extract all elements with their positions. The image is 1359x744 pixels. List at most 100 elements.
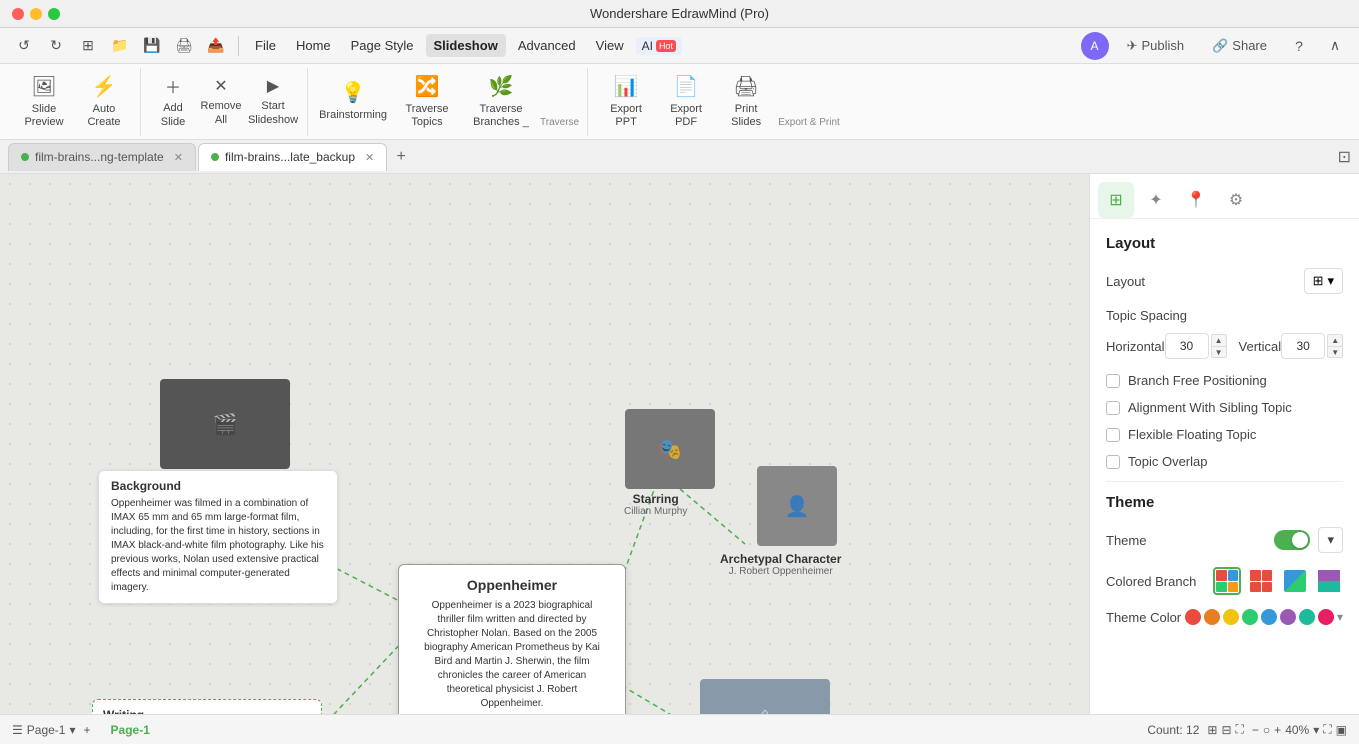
open-button[interactable]: 📁 — [106, 32, 134, 60]
layout-selector[interactable]: ⊞ ▾ — [1304, 268, 1343, 294]
flexible-checkbox[interactable] — [1106, 428, 1120, 442]
sidebar-icon[interactable]: ☰ — [12, 723, 23, 737]
panel-content: Layout Layout ⊞ ▾ Topic Spacing Horizont… — [1090, 219, 1359, 714]
layout-selector-icon: ⊞ — [1313, 273, 1324, 289]
horizontal-input[interactable]: 30 — [1165, 333, 1209, 359]
fit-icon[interactable]: ⊟ — [1221, 723, 1231, 737]
menu-home[interactable]: Home — [288, 34, 339, 57]
starring-node[interactable]: Starring Cillian Murphy — [624, 492, 687, 517]
grid-icon[interactable]: ⊞ — [1207, 723, 1217, 737]
share-button[interactable]: 🔗 Share — [1202, 34, 1277, 58]
canvas[interactable]: 🎬 Background Oppenheimer was filmed in a… — [0, 174, 1089, 714]
cb-option-1[interactable] — [1213, 567, 1241, 595]
panel-tab-location[interactable]: 📍 — [1178, 182, 1214, 218]
chevron-down-icon-theme: ▾ — [1327, 532, 1334, 548]
help-button[interactable]: ? — [1285, 32, 1313, 60]
alignment-checkbox[interactable] — [1106, 401, 1120, 415]
color-blue[interactable] — [1261, 609, 1277, 625]
panel-tab-layout[interactable]: ⊞ — [1098, 182, 1134, 218]
archetypal-node[interactable]: Archetypal Character J. Robert Oppenheim… — [720, 552, 841, 577]
color-teal[interactable] — [1299, 609, 1315, 625]
colored-branch-row: Colored Branch — [1106, 567, 1343, 595]
horizontal-increment[interactable]: ▲ — [1211, 334, 1227, 346]
tab-2-close[interactable]: ✕ — [365, 151, 374, 164]
center-node[interactable]: Oppenheimer Oppenheimer is a 2023 biogra… — [398, 564, 626, 714]
menu-advanced[interactable]: Advanced — [510, 34, 584, 57]
export-pdf-button[interactable]: 📄 Export PDF — [658, 72, 714, 132]
vertical-decrement[interactable]: ▼ — [1327, 346, 1343, 358]
redo-button[interactable]: ↻ — [42, 32, 70, 60]
menu-slideshow[interactable]: Slideshow — [426, 34, 506, 57]
export-ppt-button[interactable]: 📊 Export PPT — [598, 72, 654, 132]
branch-free-checkbox[interactable] — [1106, 374, 1120, 388]
theme-selector[interactable]: ▾ — [1318, 527, 1343, 553]
page-dropdown-icon[interactable]: ▾ — [69, 723, 75, 737]
color-chevron-icon[interactable]: ▾ — [1337, 610, 1343, 624]
menu-view[interactable]: View — [588, 34, 632, 57]
add-tab-button[interactable]: + — [389, 145, 413, 169]
count-item: Count: 12 — [1147, 723, 1199, 737]
fullscreen-icon[interactable]: ⛶ — [1236, 722, 1244, 737]
panel-tab-settings[interactable]: ⚙ — [1218, 182, 1254, 218]
share-icon-button[interactable]: 📤 — [202, 32, 230, 60]
color-purple[interactable] — [1280, 609, 1296, 625]
minimize-button[interactable] — [30, 8, 42, 20]
publish-button[interactable]: ✈ Publish — [1117, 34, 1195, 58]
add-page-button[interactable]: + — [84, 723, 91, 737]
undo-button[interactable]: ↺ — [10, 32, 38, 60]
slide2-group: ＋ Add Slide ✕ Remove All ▶ Start Slidesh… — [143, 68, 308, 136]
cb-option-2[interactable] — [1247, 567, 1275, 595]
horizontal-decrement[interactable]: ▼ — [1211, 346, 1227, 358]
auto-create-button[interactable]: ⚡ Auto Create — [76, 72, 132, 132]
menu-page-style[interactable]: Page Style — [343, 34, 422, 57]
traverse-topics-button[interactable]: 🔀 Traverse Topics — [392, 72, 462, 132]
vertical-increment[interactable]: ▲ — [1327, 334, 1343, 346]
archetypal-subtitle: J. Robert Oppenheimer — [720, 566, 841, 577]
tab-2[interactable]: film-brains...late_backup ✕ — [198, 143, 387, 171]
main-area: 🎬 Background Oppenheimer was filmed in a… — [0, 174, 1359, 714]
color-pink[interactable] — [1318, 609, 1334, 625]
zoom-out-icon[interactable]: − — [1252, 723, 1259, 737]
close-button[interactable] — [12, 8, 24, 20]
collapse-button[interactable]: ∧ — [1321, 32, 1349, 60]
vertical-input[interactable]: 30 — [1281, 333, 1325, 359]
writing-node[interactable]: Writing Oppenheimer is the first screenp… — [92, 699, 322, 714]
brainstorming-button[interactable]: 💡 Brainstorming — [318, 72, 388, 132]
slide-preview-button[interactable]: 🖼 Slide Preview — [16, 72, 72, 132]
traverse-topics-icon: 🔀 — [415, 74, 440, 99]
new-button[interactable]: ⊞ — [74, 32, 102, 60]
overlap-label: Topic Overlap — [1128, 454, 1207, 469]
color-red[interactable] — [1185, 609, 1201, 625]
tab-1[interactable]: film-brains...ng-template ✕ — [8, 143, 196, 171]
collapse-panel-icon[interactable]: ▣ — [1336, 723, 1347, 737]
menu-file[interactable]: File — [247, 34, 284, 57]
ai-menu[interactable]: AI Hot — [636, 37, 682, 55]
zoom-in-icon[interactable]: + — [1274, 723, 1281, 737]
color-green[interactable] — [1242, 609, 1258, 625]
background-node[interactable]: Background Oppenheimer was filmed in a c… — [98, 470, 338, 604]
print-slides-button[interactable]: 🖨 Print Slides — [718, 72, 774, 132]
color-yellow[interactable] — [1223, 609, 1239, 625]
theme-toggle[interactable] — [1274, 530, 1310, 550]
user-avatar[interactable]: A — [1081, 32, 1109, 60]
export-group: 📊 Export PPT 📄 Export PDF 🖨 Print Slides… — [590, 68, 848, 136]
cb-option-4[interactable] — [1315, 567, 1343, 595]
page-label: Page-1 — [27, 723, 66, 737]
overlap-checkbox[interactable] — [1106, 455, 1120, 469]
cb-option-3[interactable] — [1281, 567, 1309, 595]
expand-icon[interactable]: ⛶ — [1323, 722, 1331, 737]
hot-badge: Hot — [656, 40, 676, 52]
remove-all-button[interactable]: ✕ Remove All — [199, 70, 243, 132]
zoom-dropdown-icon[interactable]: ▾ — [1313, 723, 1319, 737]
layout-toggle-icon[interactable]: ⊡ — [1338, 147, 1351, 167]
panel-tab-style[interactable]: ✦ — [1138, 182, 1174, 218]
print-button[interactable]: 🖨 — [170, 32, 198, 60]
traverse-branches-button[interactable]: 🌿 Traverse Branches _ — [466, 72, 536, 132]
maximize-button[interactable] — [48, 8, 60, 20]
add-slide-button[interactable]: ＋ Add Slide — [151, 70, 195, 132]
save-button[interactable]: 💾 — [138, 32, 166, 60]
start-slideshow-button[interactable]: ▶ Start Slideshow — [247, 70, 299, 132]
theme-color-label: Theme Color — [1106, 610, 1185, 625]
tab-1-close[interactable]: ✕ — [174, 151, 183, 164]
color-orange[interactable] — [1204, 609, 1220, 625]
